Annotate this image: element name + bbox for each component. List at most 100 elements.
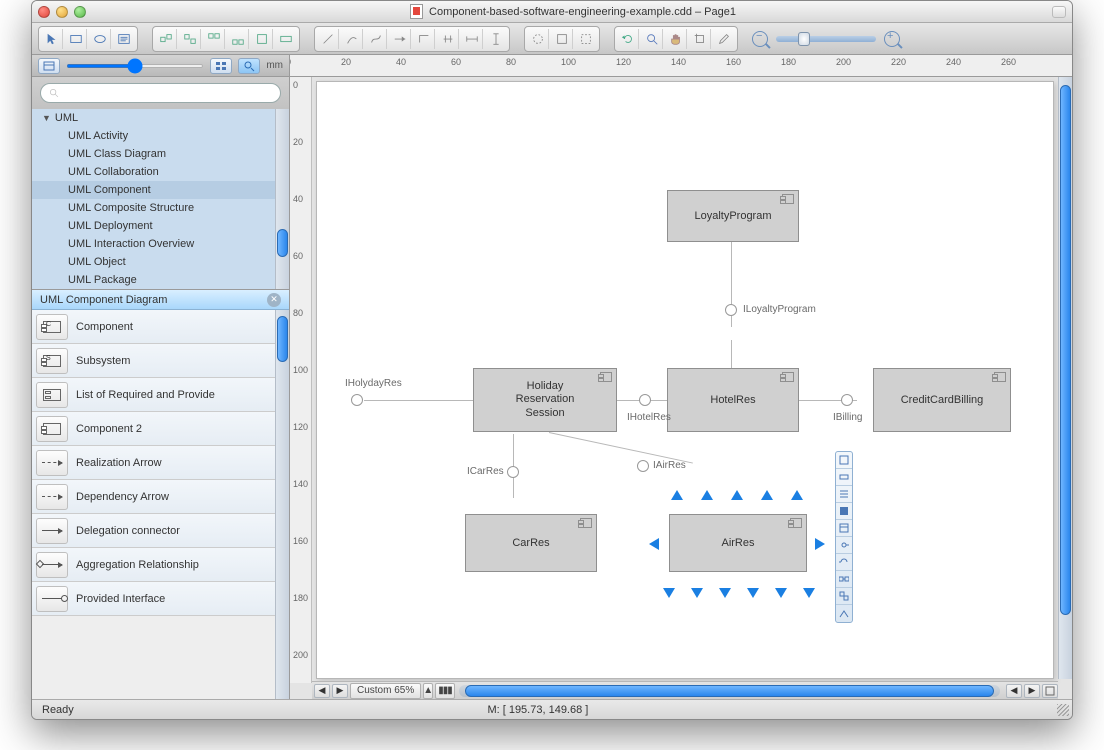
smart-action[interactable] [836, 605, 852, 622]
interface-lollipop[interactable] [841, 394, 853, 406]
refresh-tool[interactable] [617, 29, 639, 49]
tree-scroll-thumb[interactable] [277, 229, 288, 257]
pointer-tool[interactable] [41, 29, 63, 49]
stencil-item[interactable]: Delegation connector [32, 514, 289, 548]
sel-handle[interactable] [649, 538, 659, 550]
hscroll-left[interactable]: ◀ [1006, 684, 1022, 698]
conn-8[interactable] [485, 29, 507, 49]
canvas-vertical-scrollbar[interactable] [1058, 77, 1072, 679]
page-3[interactable] [575, 29, 597, 49]
tree-scrollbar[interactable] [275, 109, 289, 289]
sel-handle[interactable] [775, 588, 787, 598]
align-5[interactable] [251, 29, 273, 49]
sel-handle[interactable] [663, 588, 675, 598]
align-2[interactable] [179, 29, 201, 49]
resize-grip[interactable] [1057, 704, 1069, 716]
text-tool[interactable] [113, 29, 135, 49]
tree-item[interactable]: UML Object [32, 253, 289, 271]
component-hotel[interactable]: HotelRes [667, 368, 799, 432]
search-field[interactable] [66, 87, 272, 99]
smart-action[interactable] [836, 486, 852, 503]
page-nav-button[interactable] [1042, 684, 1058, 698]
zoom-readout[interactable]: Custom 65% [350, 683, 421, 699]
rectangle-tool[interactable] [65, 29, 87, 49]
stencil-item[interactable]: Provided Interface [32, 582, 289, 616]
sel-handle[interactable] [815, 538, 825, 550]
conn-5[interactable] [413, 29, 435, 49]
canvas-vscroll-thumb[interactable] [1060, 85, 1071, 615]
search-toggle[interactable] [238, 58, 260, 74]
interface-lollipop[interactable] [639, 394, 651, 406]
sel-handle[interactable] [691, 588, 703, 598]
zoom-thumb[interactable] [798, 32, 810, 46]
sel-handle[interactable] [719, 588, 731, 598]
close-section-icon[interactable]: ✕ [267, 293, 281, 307]
smart-action[interactable] [836, 537, 852, 554]
tree-item[interactable]: UML Interaction Overview [32, 235, 289, 253]
tree-item[interactable]: UML Package [32, 271, 289, 289]
smart-action[interactable] [836, 571, 852, 588]
align-3[interactable] [203, 29, 225, 49]
sel-handle[interactable] [731, 490, 743, 500]
grid-view-toggle[interactable] [210, 58, 232, 74]
component-loyalty[interactable]: LoyaltyProgram [667, 190, 799, 242]
component-holiday[interactable]: Holiday Reservation Session [473, 368, 617, 432]
smart-action[interactable] [836, 520, 852, 537]
sel-handle[interactable] [747, 588, 759, 598]
tree-item[interactable]: UML Deployment [32, 217, 289, 235]
page-1[interactable] [527, 29, 549, 49]
interface-lollipop[interactable] [507, 466, 519, 478]
canvas-hscroll-thumb[interactable] [465, 685, 994, 697]
align-4[interactable] [227, 29, 249, 49]
next-page-button[interactable]: ▶ [332, 684, 348, 698]
sel-handle[interactable] [701, 490, 713, 500]
align-1[interactable] [155, 29, 177, 49]
smart-action[interactable] [836, 469, 852, 486]
stencil-item[interactable]: CComponent [32, 310, 289, 344]
canvas-horizontal-scrollbar[interactable] [459, 685, 1000, 697]
search-input[interactable] [40, 83, 281, 103]
tree-item[interactable]: UML Collaboration [32, 163, 289, 181]
interface-lollipop[interactable] [725, 304, 737, 316]
conn-1[interactable] [317, 29, 339, 49]
stencil-scrollbar[interactable] [275, 310, 289, 699]
tree-item[interactable]: UML Component [32, 181, 289, 199]
interface-lollipop[interactable] [637, 460, 649, 472]
close-window-button[interactable] [38, 6, 50, 18]
page-2[interactable] [551, 29, 573, 49]
zoom-step-up[interactable]: ▲ [423, 683, 433, 699]
zoom-out-icon[interactable]: − [752, 31, 768, 47]
zoom-tool[interactable] [641, 29, 663, 49]
component-car[interactable]: CarRes [465, 514, 597, 572]
align-6[interactable] [275, 29, 297, 49]
stencil-item[interactable]: Aggregation Relationship [32, 548, 289, 582]
smart-action[interactable] [836, 588, 852, 605]
tree-root[interactable]: ▼UML [32, 109, 289, 127]
stencil-item[interactable]: Dependency Arrow [32, 480, 289, 514]
smart-action[interactable] [836, 503, 852, 520]
zoom-window-button[interactable] [74, 6, 86, 18]
tree-item[interactable]: UML Class Diagram [32, 145, 289, 163]
conn-2[interactable] [341, 29, 363, 49]
library-toggle[interactable] [38, 58, 60, 74]
sel-handle[interactable] [671, 490, 683, 500]
zoom-in-icon[interactable]: + [884, 31, 900, 47]
stencil-item[interactable]: Realization Arrow [32, 446, 289, 480]
conn-6[interactable] [437, 29, 459, 49]
drawing-page[interactable]: LoyaltyProgram Holiday Reservation Sessi… [316, 81, 1054, 679]
smart-action[interactable] [836, 452, 852, 469]
stencil-section-header[interactable]: UML Component Diagram ✕ [32, 290, 289, 310]
conn-3[interactable] [365, 29, 387, 49]
component-air[interactable]: AirRes [669, 514, 807, 572]
hscroll-right[interactable]: ▶ [1024, 684, 1040, 698]
component-credit[interactable]: CreditCardBilling [873, 368, 1011, 432]
titlebar-toggle[interactable] [1052, 6, 1066, 18]
sel-handle[interactable] [803, 588, 815, 598]
crop-tool[interactable] [689, 29, 711, 49]
conn-4[interactable] [389, 29, 411, 49]
interface-lollipop[interactable] [351, 394, 363, 406]
ellipse-tool[interactable] [89, 29, 111, 49]
stencil-item[interactable]: SSubsystem [32, 344, 289, 378]
sel-handle[interactable] [761, 490, 773, 500]
sidebar-splitter[interactable] [66, 64, 204, 68]
